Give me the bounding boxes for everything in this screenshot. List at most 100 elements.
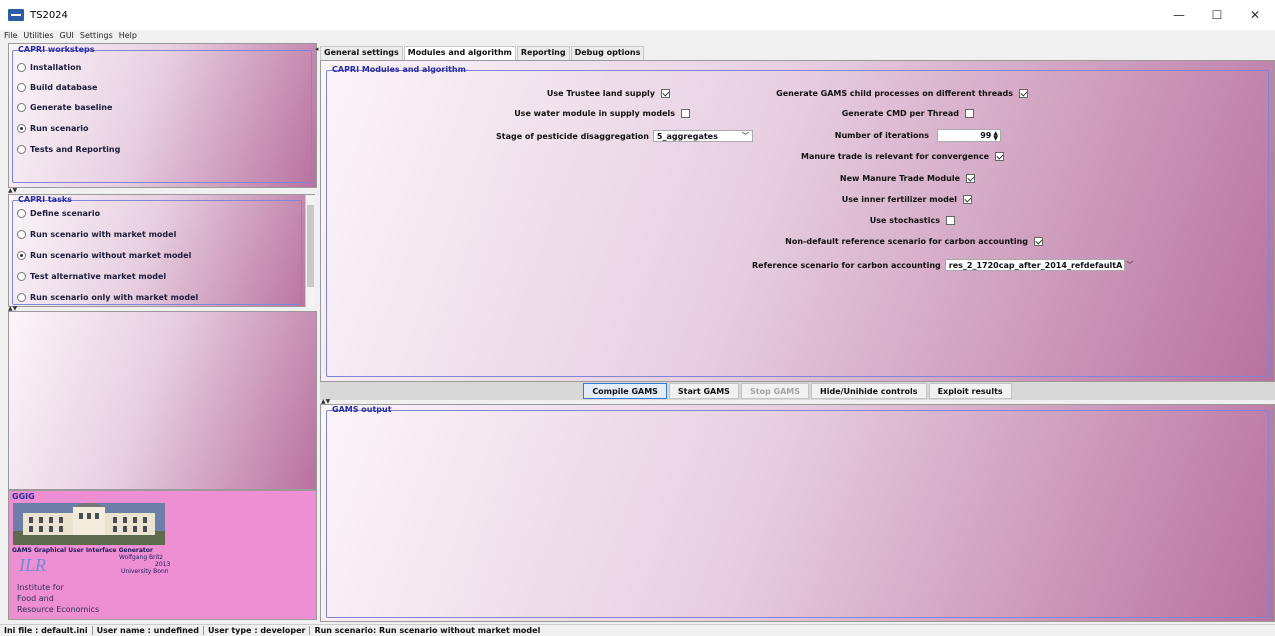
iterations-spinner[interactable]: 99 ▲ ▼	[937, 129, 1001, 142]
collapse-arrow-icon[interactable]: ◂	[315, 45, 319, 53]
tab-debug-options[interactable]: Debug options	[570, 46, 645, 60]
action-button-bar: Compile GAMS Start GAMS Stop GAMS Hide/U…	[320, 382, 1275, 400]
workstep-run-scenario[interactable]: Run scenario	[17, 124, 89, 133]
checkbox-icon[interactable]	[965, 109, 974, 118]
cmd-thread-option[interactable]: Generate CMD per Thread	[842, 109, 974, 118]
water-option[interactable]: Use water module in supply models	[514, 109, 690, 118]
title-bar: TS2024 — ☐ ✕	[0, 0, 1275, 30]
inst-line1: Institute for	[17, 583, 64, 592]
checkbox-checked-icon[interactable]	[661, 89, 670, 98]
gams-output-title: GAMS output	[332, 405, 392, 414]
task-run-without-market[interactable]: Run scenario without market model	[17, 251, 191, 260]
ggig-year: 2013	[155, 561, 171, 568]
tab-general-settings[interactable]: General settings	[320, 46, 403, 60]
ggig-logo-panel: GGIG GAMS Graphical User Interface Gener…	[8, 490, 317, 620]
modules-group: CAPRI Modules and algorithm	[326, 65, 1269, 377]
tab-modules-algorithm[interactable]: Modules and algorithm	[403, 46, 516, 60]
task-define-scenario[interactable]: Define scenario	[17, 209, 100, 218]
spinner-arrows-icon[interactable]: ▲ ▼	[993, 130, 998, 141]
menu-bar: File Utilities GUI Settings Help	[0, 30, 1275, 41]
modules-title: CAPRI Modules and algorithm	[332, 65, 466, 74]
menu-file[interactable]: File	[4, 31, 17, 40]
ggig-title: GAMS Graphical User Interface Generator	[12, 547, 153, 554]
checkbox-checked-icon[interactable]	[1034, 237, 1043, 246]
radio-icon	[17, 209, 26, 218]
radio-icon	[17, 103, 26, 112]
task-test-alternative[interactable]: Test alternative market model	[17, 272, 166, 281]
task-run-with-market[interactable]: Run scenario with market model	[17, 230, 176, 239]
menu-help[interactable]: Help	[119, 31, 137, 40]
tasks-panel: CAPRI tasks Define scenario Run scenario…	[8, 194, 315, 307]
radio-icon	[17, 145, 26, 154]
workstep-installation[interactable]: Installation	[17, 63, 81, 72]
app-icon	[8, 9, 24, 21]
tasks-title: CAPRI tasks	[18, 195, 72, 204]
compile-gams-button[interactable]: Compile GAMS	[583, 383, 667, 399]
close-button[interactable]: ✕	[1236, 0, 1274, 30]
chevron-down-icon: ﹀	[741, 132, 749, 140]
radio-icon	[17, 293, 26, 302]
manure-module-option[interactable]: New Manure Trade Module	[840, 174, 975, 183]
status-ini-file: Ini file : default.ini	[0, 626, 93, 635]
radio-icon	[17, 83, 26, 92]
hide-controls-button[interactable]: Hide/Unihide controls	[811, 383, 927, 399]
scrollbar-thumb[interactable]	[307, 205, 314, 287]
ggig-header: GGIG	[12, 492, 35, 501]
carbon-ref-option: Reference scenario for carbon accounting…	[752, 259, 1134, 271]
exploit-results-button[interactable]: Exploit results	[928, 383, 1012, 399]
chevron-down-icon: ﹀	[1126, 261, 1134, 269]
status-run: Run scenario: Run scenario without marke…	[314, 626, 541, 635]
stop-gams-button[interactable]: Stop GAMS	[740, 383, 810, 399]
gams-output-panel: GAMS output	[320, 404, 1275, 622]
stochastics-option[interactable]: Use stochastics	[870, 216, 955, 225]
pesticide-option: Stage of pesticide disaggregation 5_aggr…	[496, 130, 753, 142]
checkbox-icon[interactable]	[681, 109, 690, 118]
start-gams-button[interactable]: Start GAMS	[668, 383, 739, 399]
maximize-button[interactable]: ☐	[1198, 0, 1236, 30]
radio-icon	[17, 63, 26, 72]
radio-icon	[17, 230, 26, 239]
iterations-option: Number of iterations 99 ▲ ▼	[835, 129, 1001, 142]
gams-child-option[interactable]: Generate GAMS child processes on differe…	[776, 89, 1028, 98]
task-run-only-market[interactable]: Run scenario only with market model	[17, 293, 198, 302]
workstep-build-database[interactable]: Build database	[17, 83, 97, 92]
tasks-scrollbar[interactable]	[305, 195, 315, 307]
minimize-button[interactable]: —	[1160, 0, 1198, 30]
menu-gui[interactable]: GUI	[60, 31, 74, 40]
ilr-logo: ILR	[19, 555, 46, 575]
tab-strip: General settings Modules and algorithm R…	[320, 46, 645, 60]
checkbox-icon[interactable]	[946, 216, 955, 225]
radio-icon	[17, 272, 26, 281]
ggig-author: Wolfgang Britz	[119, 554, 163, 561]
status-bar: Ini file : default.ini User name : undef…	[0, 624, 1275, 636]
worksteps-title: CAPRI worksteps	[18, 45, 95, 54]
ggig-university: University Bonn	[121, 568, 169, 575]
splitter-arrows-icon[interactable]: ▲▼	[8, 187, 17, 194]
inner-fertilizer-option[interactable]: Use inner fertilizer model	[842, 195, 972, 204]
checkbox-checked-icon[interactable]	[1019, 89, 1028, 98]
radio-selected-icon	[17, 251, 26, 260]
radio-selected-icon	[17, 124, 26, 133]
inst-line3: Resource Economics	[17, 605, 100, 614]
checkbox-checked-icon[interactable]	[963, 195, 972, 204]
empty-panel	[8, 311, 317, 490]
status-user-type: User type : developer	[204, 626, 311, 635]
workstep-generate-baseline[interactable]: Generate baseline	[17, 103, 112, 112]
window-title: TS2024	[30, 9, 68, 21]
menu-settings[interactable]: Settings	[80, 31, 113, 40]
workstep-tests-reporting[interactable]: Tests and Reporting	[17, 145, 120, 154]
modules-panel: CAPRI Modules and algorithm	[320, 60, 1275, 382]
carbon-ref-select[interactable]: res_2_1720cap_after_2014_refdefaultA ﹀	[944, 259, 1133, 271]
menu-utilities[interactable]: Utilities	[23, 31, 53, 40]
carbon-nondefault-option[interactable]: Non-default reference scenario for carbo…	[785, 237, 1043, 246]
pesticide-select[interactable]: 5_aggregates ﹀	[652, 130, 753, 142]
checkbox-checked-icon[interactable]	[966, 174, 975, 183]
gams-output-group: GAMS output	[326, 405, 1269, 618]
inst-line2: Food and	[17, 594, 54, 603]
trustee-option[interactable]: Use Trustee land supply	[547, 89, 670, 98]
manure-convergence-option[interactable]: Manure trade is relevant for convergence	[801, 152, 1004, 161]
palace-image	[13, 503, 165, 545]
checkbox-checked-icon[interactable]	[995, 152, 1004, 161]
status-user-name: User name : undefined	[93, 626, 204, 635]
tab-reporting[interactable]: Reporting	[516, 46, 570, 60]
